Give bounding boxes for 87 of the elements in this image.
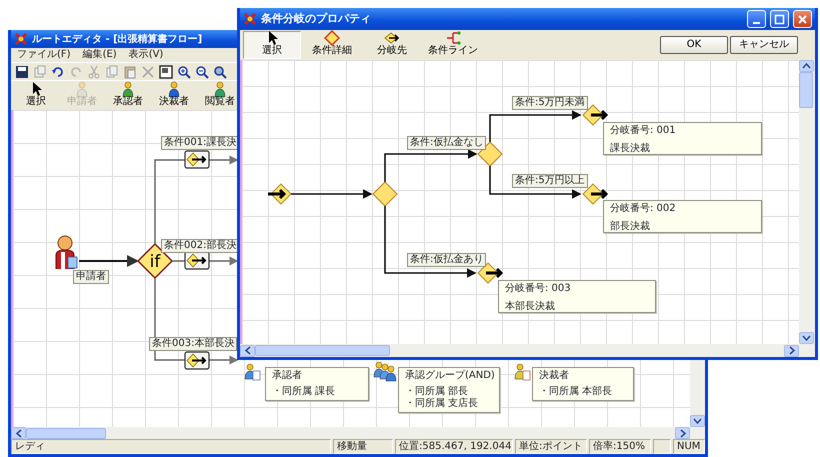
condition-label: 条件:仮払金あり — [407, 253, 486, 267]
step-title: 決裁者 — [539, 371, 570, 381]
status-text: レディ — [11, 439, 331, 454]
zoom-icon[interactable] — [213, 64, 227, 78]
chevron-down-icon — [693, 418, 702, 424]
chevron-left-icon — [244, 346, 250, 355]
connector-arrow — [79, 255, 139, 267]
person-icon — [212, 81, 228, 97]
minimize-button[interactable] — [747, 10, 766, 28]
step-title: 承認グループ(AND) — [405, 371, 493, 381]
decision-diamond — [372, 181, 398, 207]
scroll-right-button[interactable] — [675, 427, 690, 439]
scroll-up-button[interactable] — [799, 60, 814, 72]
status-pane — [653, 439, 671, 454]
branch-number: 分岐番号: 002 — [610, 204, 677, 214]
scrollbar-thumb[interactable] — [26, 428, 106, 438]
window-title: ルートエディタ - [出張精算書フロー] — [32, 32, 202, 46]
zoom-in-icon[interactable] — [177, 64, 191, 78]
tool-button[interactable]: 条件ライン — [423, 31, 483, 59]
scrollbar-thumb[interactable] — [799, 72, 813, 108]
tool-button[interactable]: 選択 — [243, 31, 301, 59]
zoom-out-icon[interactable] — [195, 64, 209, 78]
tool-button[interactable]: 分岐先 — [363, 31, 421, 59]
menu-item[interactable]: 表示(V) — [128, 50, 164, 60]
save-icon[interactable] — [15, 64, 29, 78]
condition-label: 条件:5万円以上 — [512, 174, 588, 188]
condition-label: 条件002:部長決 — [161, 239, 240, 253]
scroll-right-button[interactable] — [784, 344, 799, 356]
minimize-icon — [753, 22, 760, 24]
person-icon — [74, 81, 90, 97]
chevron-up-icon — [802, 63, 811, 69]
palette-button[interactable]: 選択 — [14, 81, 58, 110]
ok-button[interactable]: OK — [660, 36, 728, 54]
member-text: ・同所属 部長 — [405, 387, 470, 397]
member-text: ・同所属 本部長 — [539, 387, 614, 397]
branch-start-icon — [266, 183, 292, 205]
app-icon — [14, 32, 28, 46]
branch-target: 課長決裁 — [610, 144, 651, 154]
status-text: 位置:585.467, 192.044 — [395, 439, 513, 454]
undo-icon[interactable] — [51, 64, 65, 78]
chevron-left-icon — [16, 428, 22, 438]
branch-icon — [184, 351, 210, 370]
menu-item[interactable]: 編集(E) — [82, 50, 117, 60]
maximize-icon — [774, 14, 785, 24]
status-text: 移動量 — [333, 439, 393, 454]
scroll-left-button[interactable] — [240, 344, 255, 356]
chevron-right-icon — [788, 346, 794, 355]
menu-item[interactable]: ファイル(F) — [17, 50, 71, 60]
close-icon — [797, 14, 808, 24]
person-icon — [120, 81, 136, 97]
branch-icon — [184, 251, 210, 270]
palette-button[interactable]: 承認者 — [106, 81, 150, 110]
branch-icon — [184, 150, 210, 169]
status-text: NUM — [673, 439, 705, 454]
node-label: 申請者 — [73, 270, 109, 284]
branch-line-icon — [445, 30, 461, 46]
person-icon — [54, 235, 78, 269]
palette-button[interactable]: 決裁者 — [152, 81, 196, 110]
branch-number: 分岐番号: 003 — [505, 284, 572, 294]
condition-label: 条件:5万円未満 — [512, 96, 588, 110]
window-title: 条件分岐のプロパティ — [261, 10, 372, 27]
member-text: ・同所属 支店長 — [405, 399, 480, 409]
branch-target: 本部長決裁 — [505, 302, 556, 312]
condition-label: 条件003:本部長決 — [149, 337, 238, 351]
chevron-right-icon — [680, 428, 686, 438]
scroll-down-button[interactable] — [690, 415, 705, 427]
maximize-button[interactable] — [770, 10, 789, 28]
branch-number: 分岐番号: 001 — [610, 126, 677, 136]
scroll-left-button[interactable] — [11, 427, 26, 439]
member-text: ・同所属 課長 — [272, 387, 336, 397]
app-icon — [243, 12, 257, 26]
branch-target: 部長決裁 — [610, 222, 651, 232]
branch-arrow-icon — [384, 30, 400, 46]
page-icon[interactable] — [159, 64, 173, 78]
chevron-down-icon — [802, 335, 811, 341]
status-text: 倍率:150% — [589, 439, 651, 454]
palette-button[interactable]: 閲覧者 — [198, 81, 242, 110]
scrollbar-thumb[interactable] — [255, 345, 390, 356]
person-icon — [166, 81, 182, 97]
status-text: 単位:ポイント — [515, 439, 587, 454]
tool-button[interactable]: 条件詳細 — [303, 31, 361, 59]
condition-label: 条件001:課長決 — [161, 136, 240, 150]
step-title: 承認者 — [272, 371, 303, 381]
scroll-down-button[interactable] — [799, 332, 814, 344]
condition-label: 条件:仮払金なし — [407, 136, 486, 150]
close-button[interactable] — [793, 10, 812, 28]
cancel-button[interactable]: キャンセル — [730, 36, 798, 54]
